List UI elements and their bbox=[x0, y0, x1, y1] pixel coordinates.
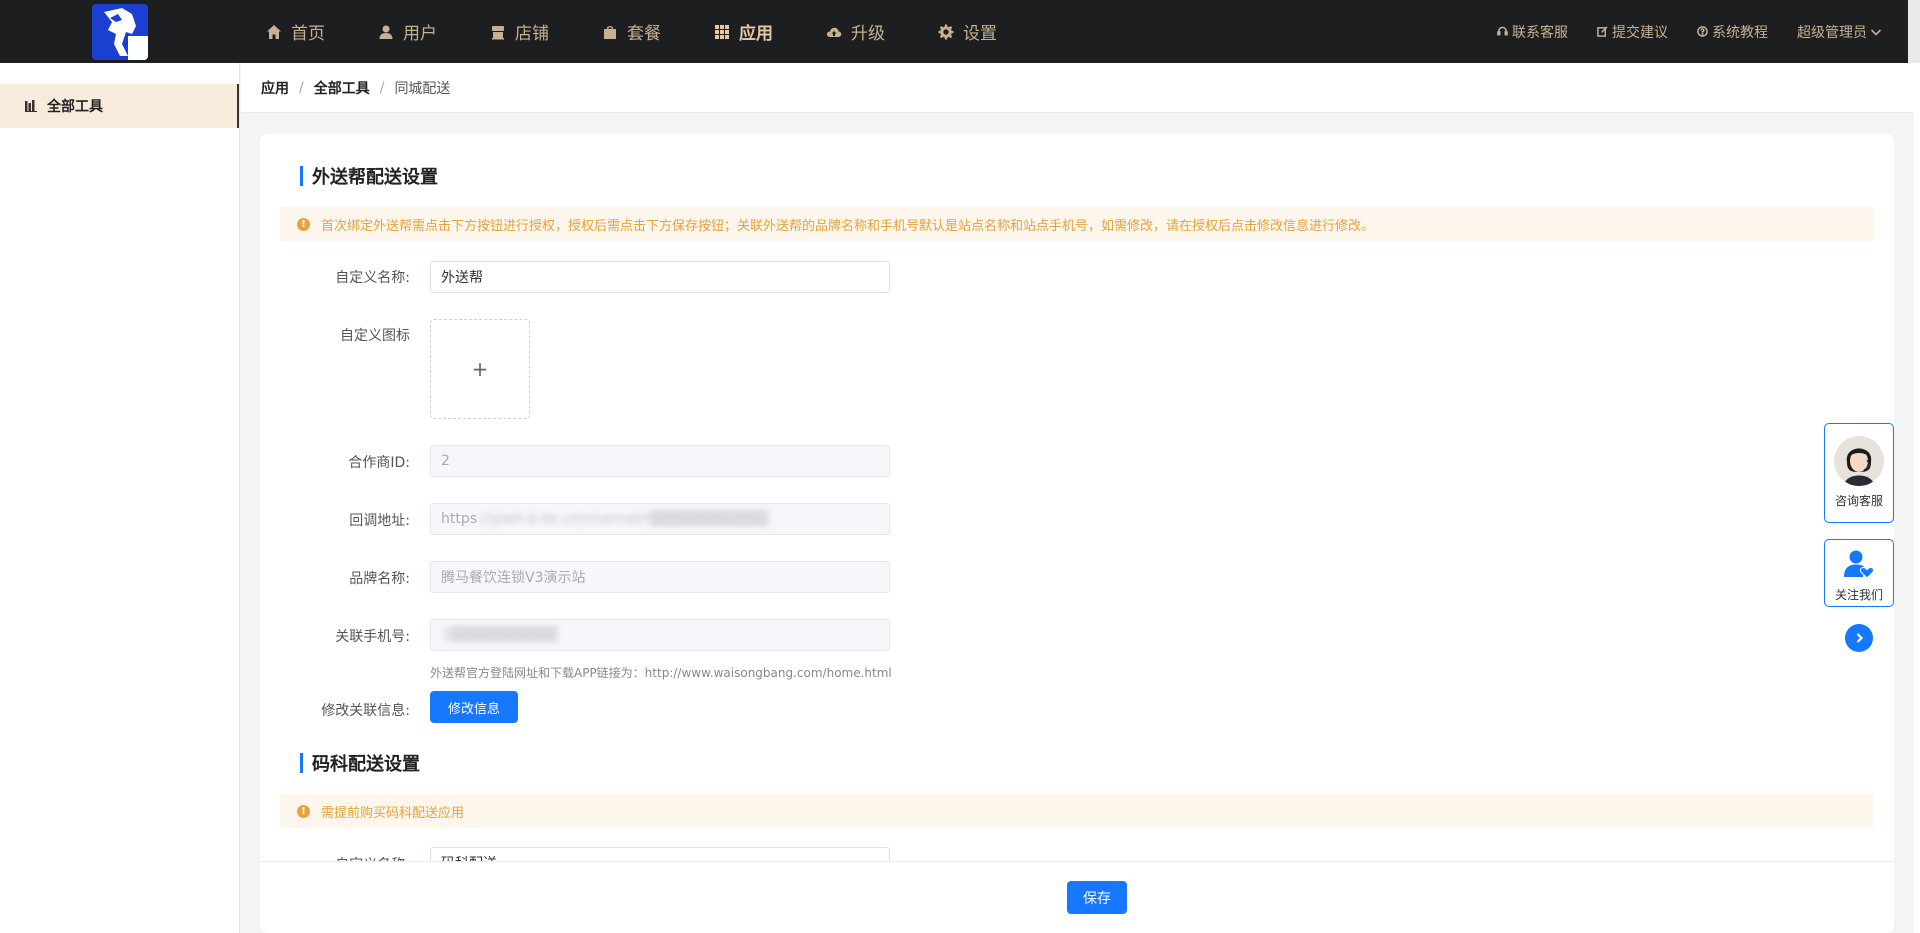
breadcrumb: 应用 / 全部工具 / 同城配送 bbox=[241, 63, 1920, 113]
official-link-hint: 外送帮官方登陆网址和下载APP链接为：http://www.waisongban… bbox=[430, 666, 892, 680]
callback-url-input: https://ylwh.b-ke.cn/channel/r▒▒▒▒▒▒▒▒▒▒… bbox=[430, 503, 890, 535]
custom-name-input[interactable]: 外送帮 bbox=[430, 261, 890, 293]
partner-id-value: 2 bbox=[441, 453, 450, 469]
breadcrumb-all-tools[interactable]: 全部工具 bbox=[314, 78, 370, 98]
partner-id-input: 2 bbox=[430, 445, 890, 477]
admin-label: 超级管理员 bbox=[1797, 24, 1867, 41]
consult-service-widget[interactable]: 咨询客服 bbox=[1824, 423, 1894, 523]
sidebar-item-all-tools[interactable]: 全部工具 bbox=[0, 84, 239, 128]
store-icon bbox=[492, 25, 504, 39]
nav-label-settings: 设置 bbox=[963, 24, 997, 44]
chevron-down-icon bbox=[1870, 28, 1882, 36]
partner-id-label: 合作商ID: bbox=[348, 455, 410, 471]
custom-name-label: 自定义名称: bbox=[335, 270, 410, 286]
nav-item-upgrade[interactable]: 升级 bbox=[826, 19, 885, 44]
alert-text: 需提前购买码科配送应用 bbox=[321, 805, 465, 821]
nav-item-apps[interactable]: 应用 bbox=[714, 19, 773, 44]
section-title-make: 码科配送设置 bbox=[300, 752, 420, 775]
nav-label-apps: 应用 bbox=[739, 24, 773, 44]
top-scrollbar bbox=[1908, 0, 1920, 63]
save-button[interactable]: 保存 bbox=[1067, 881, 1127, 914]
breadcrumb-apps[interactable]: 应用 bbox=[261, 78, 289, 98]
grid-icon bbox=[715, 24, 729, 39]
contact-service-label: 联系客服 bbox=[1512, 24, 1568, 41]
nav-item-stores[interactable]: 店铺 bbox=[490, 19, 549, 44]
callback-url-prefix: https bbox=[441, 511, 478, 527]
nav-item-settings[interactable]: 设置 bbox=[938, 19, 997, 44]
cloud-upload-icon bbox=[826, 27, 842, 37]
home-icon bbox=[267, 24, 281, 39]
icon-upload[interactable]: + bbox=[430, 319, 530, 419]
custom-icon-label: 自定义图标 bbox=[340, 328, 410, 344]
tutorial-link[interactable]: 系统教程 bbox=[1697, 22, 1768, 42]
warning-icon: ! bbox=[297, 217, 310, 231]
sidebar: 全部工具 bbox=[0, 63, 240, 933]
nav-label-users: 用户 bbox=[403, 24, 437, 44]
alert-text: 首次绑定外送帮需点击下方按钮进行授权，授权后需点击下方保存按钮；关联外送帮的品牌… bbox=[321, 218, 1375, 234]
logo[interactable] bbox=[92, 4, 148, 60]
nav-item-users[interactable]: 用户 bbox=[378, 19, 437, 44]
alert-make: ! 需提前购买码科配送应用 bbox=[280, 794, 1873, 828]
custom-name-value: 外送帮 bbox=[441, 270, 483, 286]
brand-name-value: 腾马餐饮连锁V3演示站 bbox=[441, 570, 586, 586]
user-heart-icon bbox=[1842, 547, 1876, 581]
nav-item-home[interactable]: 首页 bbox=[266, 19, 325, 44]
headset-icon bbox=[1497, 26, 1508, 36]
gear-icon bbox=[938, 24, 954, 39]
service-avatar bbox=[1834, 436, 1884, 486]
top-right-menu: 联系客服 提交建议 系统教程 超级管理员 bbox=[1468, 0, 1882, 63]
settings-card: 外送帮配送设置 ! 首次绑定外送帮需点击下方按钮进行授权，授权后需点击下方保存按… bbox=[260, 134, 1894, 933]
alert-waisongbang: ! 首次绑定外送帮需点击下方按钮进行授权，授权后需点击下方保存按钮；关联外送帮的… bbox=[280, 207, 1873, 241]
modify-info-label: 修改关联信息: bbox=[321, 703, 410, 719]
follow-us-label: 关注我们 bbox=[1834, 588, 1883, 602]
brand-name-label: 品牌名称: bbox=[349, 571, 410, 587]
sidebar-item-label: 全部工具 bbox=[47, 99, 103, 115]
callback-url-blurred: ://ylwh.b-ke.cn/channel/r▒▒▒▒▒▒▒▒▒▒▒ bbox=[477, 511, 769, 527]
warning-icon: ! bbox=[297, 804, 310, 818]
page-scrollbar[interactable] bbox=[1914, 63, 1920, 933]
user-icon bbox=[379, 25, 393, 39]
brand-name-input: 腾马餐饮连锁V3演示站 bbox=[430, 561, 890, 593]
chevron-right-icon bbox=[1856, 633, 1864, 643]
feedback-label: 提交建议 bbox=[1612, 24, 1668, 41]
nav-label-stores: 店铺 bbox=[515, 24, 549, 44]
contact-service-link[interactable]: 联系客服 bbox=[1497, 22, 1568, 42]
nav-item-packages[interactable]: 套餐 bbox=[602, 19, 661, 44]
bar-chart-icon bbox=[25, 100, 37, 112]
callback-url-label: 回调地址: bbox=[349, 513, 410, 529]
breadcrumb-separator: / bbox=[299, 79, 304, 96]
form-footer: 保存 bbox=[260, 861, 1894, 933]
breadcrumb-current: 同城配送 bbox=[394, 80, 451, 97]
modify-info-button[interactable]: 修改信息 bbox=[430, 691, 518, 723]
phone-label: 关联手机号: bbox=[335, 629, 410, 645]
nav-label-home: 首页 bbox=[291, 24, 325, 44]
help-circle-icon bbox=[1697, 26, 1708, 37]
bag-icon bbox=[604, 25, 616, 39]
follow-us-widget[interactable]: 关注我们 bbox=[1824, 539, 1894, 607]
breadcrumb-separator: / bbox=[379, 79, 385, 96]
tutorial-label: 系统教程 bbox=[1712, 24, 1768, 41]
feedback-link[interactable]: 提交建议 bbox=[1597, 22, 1668, 42]
consult-service-label: 咨询客服 bbox=[1834, 494, 1883, 508]
top-bar: 首页 用户 店铺 套餐 应用 升级 设置 联系客服 提交建议 系统教程 超级管理… bbox=[0, 0, 1920, 63]
phone-blurred: 1▒▒▒▒▒▒▒▒▒▒ bbox=[441, 627, 558, 643]
nav-label-packages: 套餐 bbox=[627, 24, 661, 44]
main-nav: 首页 用户 店铺 套餐 应用 升级 设置 bbox=[266, 0, 1050, 63]
section-title-waisongbang: 外送帮配送设置 bbox=[300, 165, 438, 188]
phone-input: 1▒▒▒▒▒▒▒▒▒▒ bbox=[430, 619, 890, 651]
admin-dropdown[interactable]: 超级管理员 bbox=[1797, 22, 1882, 42]
plus-icon: + bbox=[471, 357, 489, 381]
edit-icon bbox=[1597, 26, 1608, 37]
collapse-widgets-button[interactable] bbox=[1845, 624, 1873, 652]
nav-label-upgrade: 升级 bbox=[851, 24, 885, 44]
